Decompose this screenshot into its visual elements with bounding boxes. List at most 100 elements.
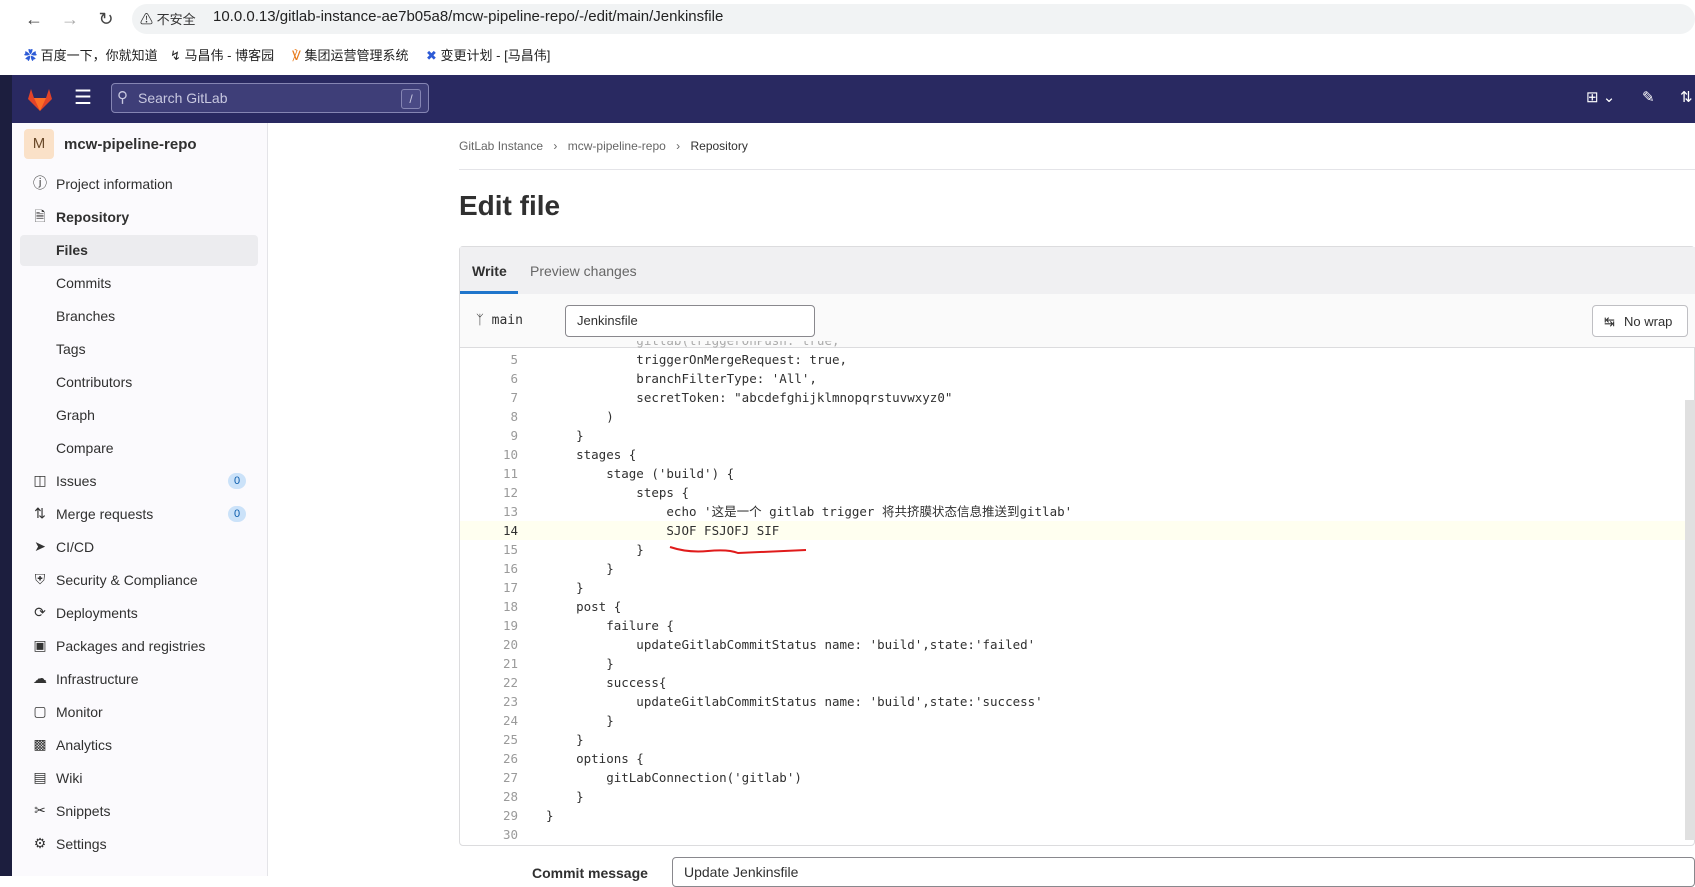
code-line[interactable]: 9 } — [460, 426, 1685, 445]
sidebar-item-snippets[interactable]: ✂ Snippets — [20, 796, 258, 827]
cloud-gear-icon: ☁ — [33, 670, 47, 686]
sidebar-item-wiki[interactable]: ▤ Wiki — [20, 763, 258, 794]
editor-scrollbar[interactable] — [1685, 400, 1695, 840]
sidebar-item-analytics[interactable]: ▩ Analytics — [20, 730, 258, 761]
bookmark-ops[interactable]: ℣ 集团运营管理系统 — [292, 45, 409, 64]
code-line[interactable]: 30 — [460, 825, 1685, 844]
code-line[interactable]: 17 } — [460, 578, 1685, 597]
code-line[interactable]: 23 updateGitlabCommitStatus name: 'build… — [460, 692, 1685, 711]
code-line[interactable]: 10 stages { — [460, 445, 1685, 464]
code-line[interactable]: 16 } — [460, 559, 1685, 578]
sidebar-item-contributors[interactable]: Contributors — [20, 367, 258, 398]
project-name[interactable]: mcw-pipeline-repo — [64, 136, 197, 153]
code-line[interactable]: 22 success{ — [460, 673, 1685, 692]
sidebar-item-project-information[interactable]: ⓙ Project information — [20, 169, 258, 200]
bookmark-change[interactable]: ✖ 变更计划 - [马昌伟] — [426, 45, 550, 64]
sidebar-item-infrastructure[interactable]: ☁ Infrastructure — [20, 664, 258, 695]
code-line[interactable]: 6 branchFilterType: 'All', — [460, 369, 1685, 388]
code-editor[interactable]: gitlab(triggerOnPush: true, 5 triggerOnM… — [460, 341, 1685, 846]
code-line[interactable]: 27 gitLabConnection('gitlab') — [460, 768, 1685, 787]
sidebar-item-graph[interactable]: Graph — [20, 400, 258, 431]
project-avatar[interactable]: M — [24, 129, 54, 159]
breadcrumb: GitLab Instance › mcw-pipeline-repo › Re… — [459, 139, 748, 153]
line-number: 28 — [502, 789, 518, 804]
sidebar-item-settings[interactable]: ⚙ Settings — [20, 829, 258, 860]
forward-icon[interactable]: → — [58, 8, 82, 30]
breadcrumb-item[interactable]: mcw-pipeline-repo — [568, 139, 666, 153]
back-icon[interactable]: ← — [22, 8, 46, 30]
code-line[interactable]: 5 triggerOnMergeRequest: true, — [460, 350, 1685, 369]
chevron-right-icon: › — [553, 139, 558, 153]
sidebar-item-compare[interactable]: Compare — [20, 433, 258, 464]
bookmark-baidu[interactable]: ✿ 百度一下，你就知道 — [24, 45, 158, 64]
code-line[interactable]: 29} — [460, 806, 1685, 825]
commit-message-input[interactable] — [672, 857, 1695, 887]
code-text: } — [546, 580, 584, 595]
code-line[interactable]: 7 secretToken: "abcdefghijklmnopqrstuvwx… — [460, 388, 1685, 407]
code-line[interactable]: 15 } — [460, 540, 1685, 559]
breadcrumb-item[interactable]: GitLab Instance — [459, 139, 543, 153]
branch-name: main — [491, 313, 523, 328]
line-number: 27 — [502, 770, 518, 785]
code-line[interactable]: 8 ) — [460, 407, 1685, 426]
sidebar-item-label: Packages and registries — [56, 638, 206, 654]
editor-tabs: Write Preview changes — [460, 247, 1695, 295]
line-number: 26 — [502, 751, 518, 766]
line-number: 8 — [510, 409, 518, 424]
code-line[interactable]: 19 failure { — [460, 616, 1685, 635]
flame-icon: ℣ — [292, 48, 301, 63]
tab-write[interactable]: Write — [472, 263, 507, 279]
code-line[interactable]: 20 updateGitlabCommitStatus name: 'build… — [460, 635, 1685, 654]
code-line[interactable]: 21 } — [460, 654, 1685, 673]
search-placeholder: Search GitLab — [138, 90, 228, 106]
sidebar-item-commits[interactable]: Commits — [20, 268, 258, 299]
code-line[interactable]: 14 SJOF FSJOFJ SIF — [460, 521, 1685, 540]
line-number: 13 — [502, 504, 518, 519]
paw-icon: ✿ — [24, 48, 38, 63]
count-badge: 0 — [228, 506, 246, 522]
gitlab-logo-icon[interactable] — [26, 86, 54, 112]
issues-shortcut-icon[interactable]: ✎ — [1642, 88, 1655, 106]
sidebar-item-security[interactable]: ⛨ Security & Compliance — [20, 565, 258, 596]
tab-preview-changes[interactable]: Preview changes — [530, 263, 637, 279]
new-dropdown-icon[interactable]: ⊞ ⌄ — [1586, 88, 1615, 106]
reload-icon[interactable]: ↻ — [94, 8, 118, 30]
menu-icon[interactable]: ☰ — [74, 85, 92, 110]
url-text[interactable]: 10.0.0.13/gitlab-instance-ae7b05a8/mcw-p… — [213, 8, 723, 25]
code-line[interactable]: 26 options { — [460, 749, 1685, 768]
merge-request-shortcut-icon[interactable]: ⇅ — [1680, 88, 1693, 106]
sidebar-item-issues[interactable]: ◫ Issues 0 — [20, 466, 258, 497]
code-text: } — [546, 732, 584, 747]
code-text: branchFilterType: 'All', — [546, 371, 817, 386]
sidebar-item-packages[interactable]: ▣ Packages and registries — [20, 631, 258, 662]
sidebar-item-monitor[interactable]: ▢ Monitor — [20, 697, 258, 728]
code-line[interactable]: 24 } — [460, 711, 1685, 730]
sidebar-item-repository[interactable]: 🗎 Repository — [20, 202, 258, 233]
sidebar-item-files[interactable]: Files — [20, 235, 258, 266]
sidebar-item-label: CI/CD — [56, 539, 95, 555]
merge-request-icon: ⇅ — [34, 505, 46, 521]
sidebar-item-tags[interactable]: Tags — [20, 334, 258, 365]
code-line[interactable]: 18 post { — [460, 597, 1685, 616]
sidebar-item-branches[interactable]: Branches — [20, 301, 258, 332]
no-wrap-button[interactable]: ↹ No wrap — [1592, 305, 1688, 337]
security-warning[interactable]: ⚠ 不安全 — [140, 9, 196, 28]
bookmark-cnblogs[interactable]: ↯ 马昌伟 - 博客园 — [170, 45, 274, 64]
bookmarks-bar: ✿ 百度一下，你就知道 ↯ 马昌伟 - 博客园 ℣ 集团运营管理系统 ✖ 变更计… — [0, 40, 1695, 68]
sidebar-item-label: Deployments — [56, 605, 138, 621]
code-line[interactable]: 12 steps { — [460, 483, 1685, 502]
line-number: 7 — [510, 390, 518, 405]
sidebar-item-deployments[interactable]: ⟳ Deployments — [20, 598, 258, 629]
code-line[interactable]: 13 echo '这是一个 gitlab trigger 将共挤膜状态信息推送到… — [460, 502, 1685, 521]
line-number: 29 — [502, 808, 518, 823]
code-line[interactable]: 28 } — [460, 787, 1685, 806]
code-line[interactable]: 25 } — [460, 730, 1685, 749]
sidebar-item-merge-requests[interactable]: ⇅ Merge requests 0 — [20, 499, 258, 530]
search-icon: ⚲ — [117, 89, 128, 106]
code-text: } — [546, 656, 614, 671]
bookmark-label: 集团运营管理系统 — [304, 48, 409, 63]
breadcrumb-item[interactable]: Repository — [690, 139, 747, 153]
code-line[interactable]: 11 stage ('build') { — [460, 464, 1685, 483]
bookmark-label: 马昌伟 - 博客园 — [184, 48, 275, 63]
sidebar-item-cicd[interactable]: ➤ CI/CD — [20, 532, 258, 563]
